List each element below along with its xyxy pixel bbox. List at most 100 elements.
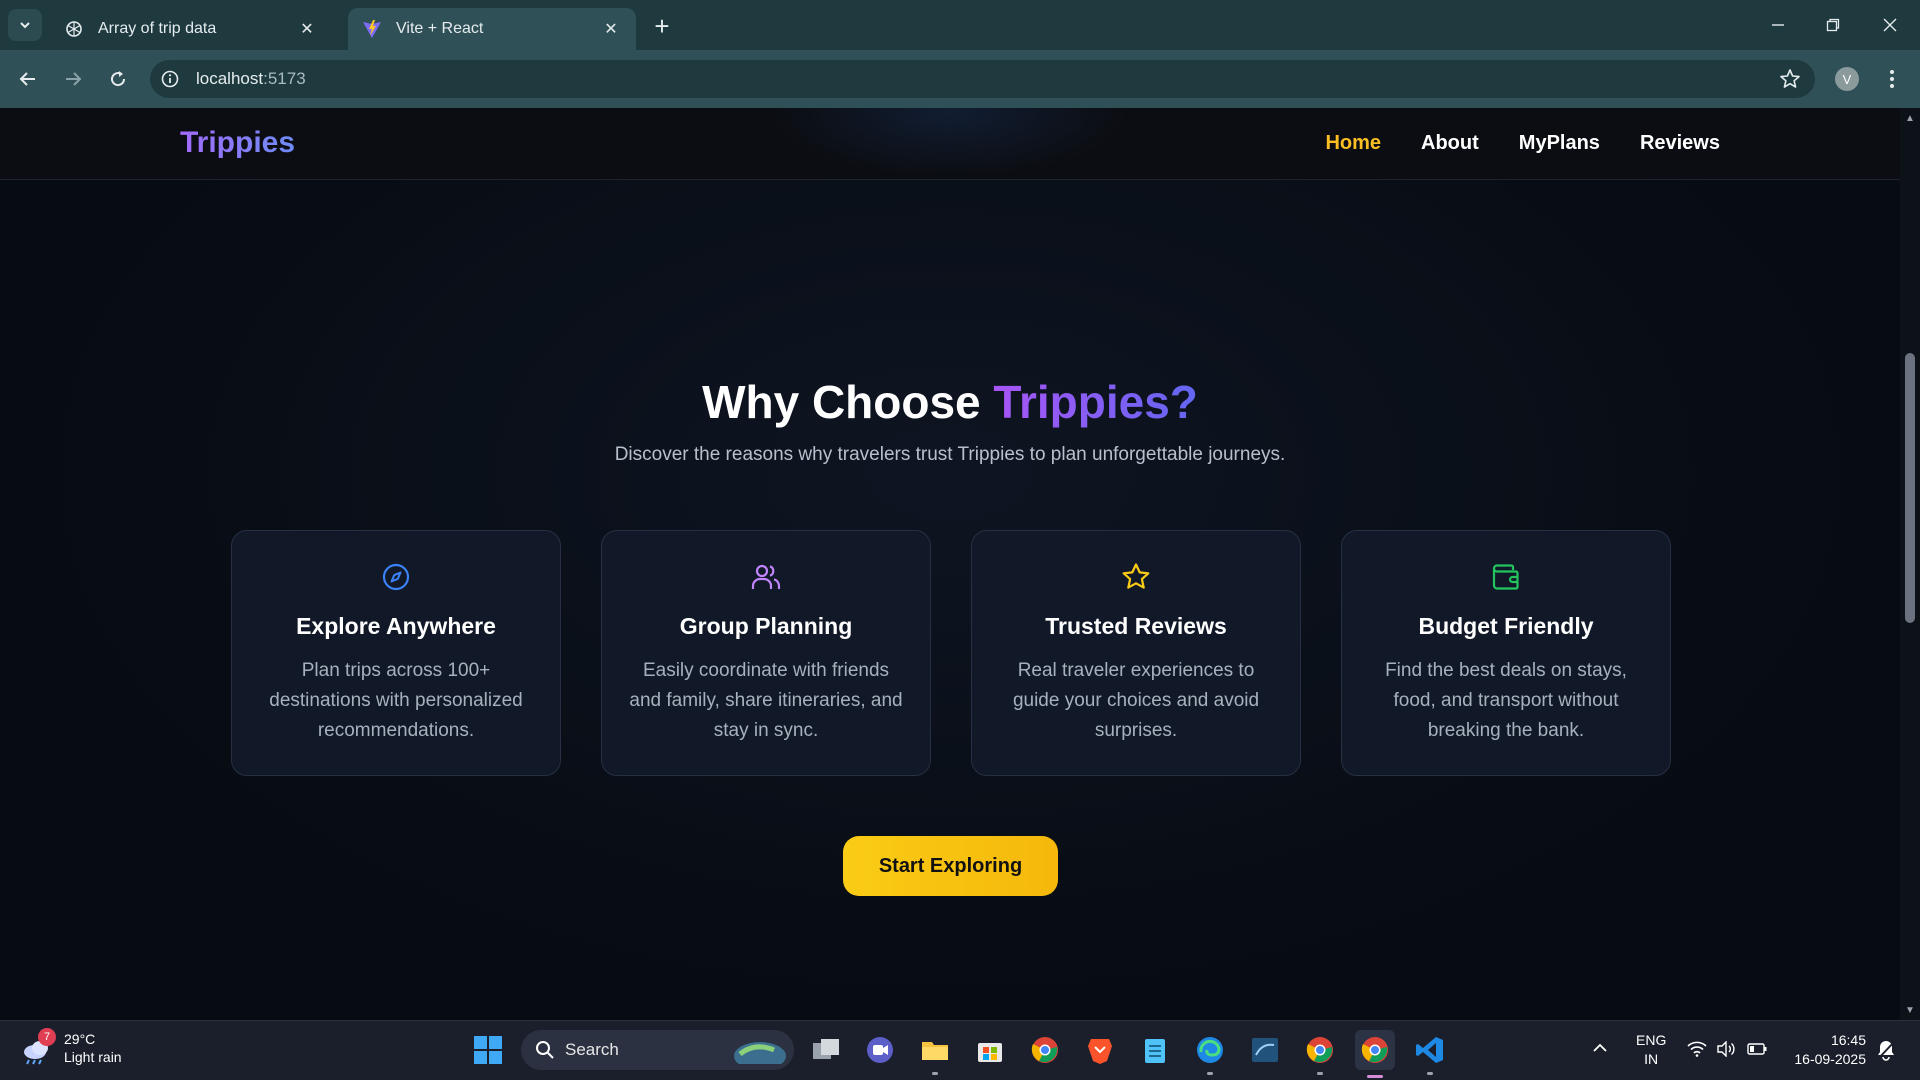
feature-description: Find the best deals on stays, food, and …	[1385, 660, 1627, 741]
reload-button[interactable]	[100, 61, 136, 97]
task-view-button[interactable]	[809, 1033, 843, 1067]
site-logo[interactable]: Trippies	[180, 126, 295, 160]
minimize-button[interactable]	[1760, 10, 1796, 40]
feature-card-budget: Budget Friendly Find the best deals on s…	[1341, 530, 1671, 776]
chevron-down-icon	[20, 22, 30, 29]
battery-icon[interactable]	[1747, 1042, 1767, 1059]
search-icon	[536, 1041, 554, 1059]
scroll-down-arrow-icon[interactable]: ▼	[1904, 1004, 1916, 1016]
feature-title: Budget Friendly	[1418, 613, 1594, 639]
tray-overflow-chevron-icon[interactable]	[1592, 1041, 1608, 1057]
meet-app-button[interactable]	[863, 1033, 897, 1067]
chrome-profile-button[interactable]	[1303, 1033, 1337, 1075]
site-info-icon[interactable]	[150, 70, 190, 88]
wifi-icon[interactable]	[1687, 1041, 1707, 1060]
forward-button[interactable]	[55, 61, 91, 97]
nav-reviews-link[interactable]: Reviews	[1640, 132, 1720, 155]
close-tab-icon[interactable]: ✕	[600, 18, 622, 40]
language-indicator[interactable]: ENG IN	[1636, 1031, 1666, 1069]
video-call-icon	[867, 1037, 893, 1063]
dolphin-icon	[1252, 1038, 1278, 1062]
back-button[interactable]	[10, 61, 46, 97]
windows-logo-icon	[474, 1036, 502, 1064]
weather-text: 29°C Light rain	[64, 1030, 122, 1066]
restore-button[interactable]	[1815, 10, 1851, 40]
chrome-icon	[1306, 1037, 1333, 1063]
tab-vite-react[interactable]: Vite + React ✕	[348, 8, 636, 50]
scrollbar-thumb[interactable]	[1905, 353, 1915, 623]
users-icon	[602, 561, 930, 593]
notification-bell-icon[interactable]	[1876, 1039, 1896, 1064]
tab-array-of-trip-data[interactable]: Array of trip data ✕	[50, 8, 332, 50]
feature-description: Real traveler experiences to guide your …	[1012, 660, 1260, 741]
weather-widget[interactable]: 7 29°C Light rain	[20, 1028, 122, 1066]
globe-decoration-icon	[734, 1042, 786, 1064]
page-viewport: Trippies Home About MyPlans Reviews Why …	[0, 108, 1900, 1020]
edge-icon	[1197, 1037, 1223, 1063]
search-label: Search	[565, 1040, 619, 1059]
system-clock[interactable]: 16:45 16-09-2025	[1786, 1031, 1866, 1069]
section-heading: Why Choose Trippies?	[702, 376, 1198, 428]
windows-start-button[interactable]	[471, 1033, 505, 1067]
notepad-button[interactable]	[1138, 1033, 1172, 1067]
taskbar-search[interactable]: Search	[521, 1030, 794, 1070]
file-explorer-button[interactable]	[918, 1033, 952, 1075]
weather-badge: 7	[38, 1028, 56, 1046]
vscode-button[interactable]	[1413, 1033, 1447, 1075]
close-tab-icon[interactable]: ✕	[296, 18, 318, 40]
microsoft-store-button[interactable]	[973, 1033, 1007, 1067]
address-bar[interactable]: localhost:5173	[150, 60, 1815, 98]
vscode-icon	[1416, 1037, 1443, 1063]
feature-title: Explore Anywhere	[296, 613, 496, 639]
store-icon	[978, 1043, 1002, 1062]
weather-temp: 29°C	[64, 1031, 96, 1047]
feature-description: Easily coordinate with friends and famil…	[629, 660, 903, 741]
start-exploring-button[interactable]: Start Exploring	[843, 836, 1058, 896]
feature-cards: Explore Anywhere Plan trips across 100+ …	[231, 530, 1671, 776]
minimize-icon	[1772, 24, 1784, 26]
notepad-icon	[1145, 1039, 1165, 1063]
profile-avatar[interactable]: V	[1835, 67, 1859, 91]
running-indicator	[932, 1072, 938, 1075]
nav-about-link[interactable]: About	[1421, 132, 1479, 155]
browser-menu-icon[interactable]	[1880, 64, 1904, 94]
weather-condition: Light rain	[64, 1049, 122, 1065]
volume-icon[interactable]	[1716, 1040, 1736, 1060]
clock-date: 16-09-2025	[1794, 1051, 1866, 1067]
rain-cloud-icon: 7	[20, 1028, 56, 1066]
tab-title: Vite + React	[396, 20, 484, 37]
close-window-button[interactable]	[1872, 10, 1908, 40]
scroll-up-arrow-icon[interactable]: ▲	[1904, 112, 1916, 124]
page-scrollbar[interactable]: ▲ ▼	[1900, 108, 1920, 1020]
windows-taskbar: 7 29°C Light rain Search ENG IN 16:45 16…	[0, 1020, 1920, 1080]
navbar-glow	[770, 108, 1130, 178]
active-indicator	[1367, 1075, 1383, 1078]
reload-icon	[111, 71, 126, 87]
browser-toolbar: localhost:5173 V	[0, 50, 1920, 108]
edge-button[interactable]	[1193, 1033, 1227, 1075]
wallet-icon	[1342, 561, 1670, 593]
star-icon	[972, 561, 1300, 593]
compass-icon	[232, 561, 560, 593]
language-line1: ENG	[1636, 1032, 1667, 1048]
mysql-workbench-button[interactable]	[1248, 1033, 1282, 1067]
site-nav-links: Home About MyPlans Reviews	[1325, 132, 1720, 155]
browser-tabstrip: Array of trip data ✕ Vite + React ✕ +	[0, 0, 1920, 50]
bookmark-star-icon[interactable]	[1779, 68, 1801, 95]
url-text: localhost:5173	[196, 69, 306, 88]
close-icon	[1883, 18, 1897, 32]
brave-button[interactable]	[1083, 1033, 1117, 1067]
site-navbar: Trippies Home About MyPlans Reviews	[0, 108, 1900, 180]
vite-icon	[362, 19, 382, 39]
chrome-button[interactable]	[1028, 1033, 1062, 1067]
nav-myplans-link[interactable]: MyPlans	[1519, 132, 1600, 155]
chrome-active-button[interactable]	[1355, 1030, 1395, 1078]
running-indicator	[1427, 1072, 1433, 1075]
tab-search-button[interactable]	[8, 9, 42, 41]
feature-card-explore: Explore Anywhere Plan trips across 100+ …	[231, 530, 561, 776]
nav-home-link[interactable]: Home	[1325, 132, 1381, 155]
feature-title: Trusted Reviews	[1045, 613, 1227, 639]
brave-lion-icon	[1088, 1039, 1112, 1064]
feature-card-group: Group Planning Easily coordinate with fr…	[601, 530, 931, 776]
new-tab-button[interactable]: +	[648, 11, 676, 41]
